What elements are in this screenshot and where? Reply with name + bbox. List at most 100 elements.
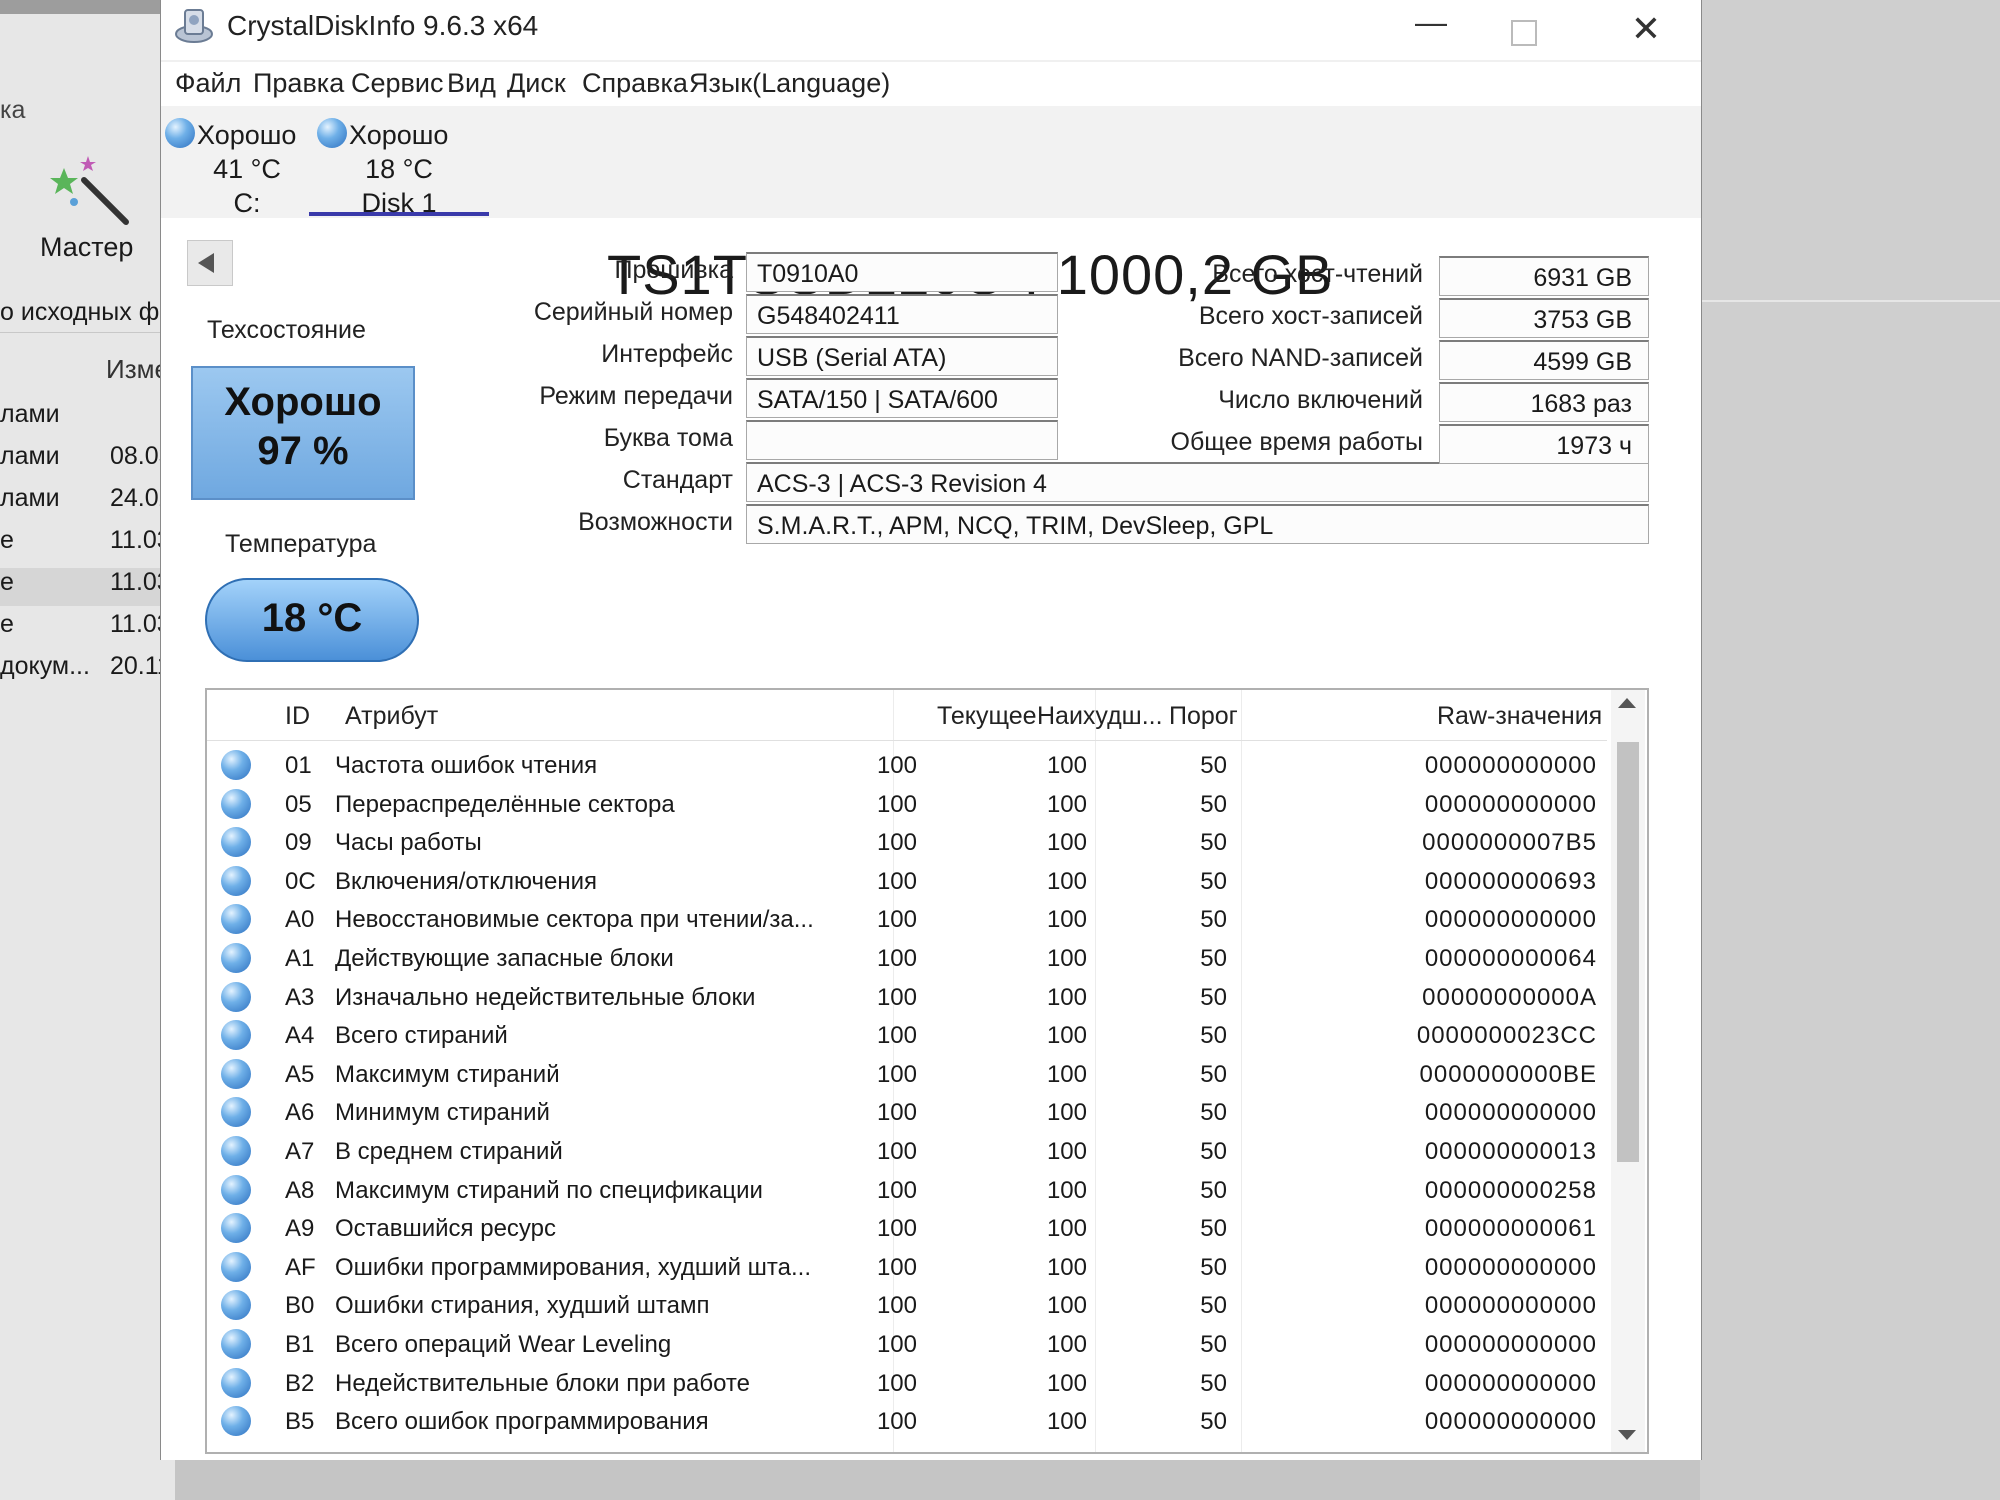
- menu-file[interactable]: Файл: [175, 68, 241, 99]
- smart-current: 100: [876, 945, 917, 972]
- wizard-label[interactable]: Мастер: [40, 232, 133, 263]
- smart-id: A9: [285, 1215, 315, 1243]
- close-button[interactable]: ✕: [1626, 8, 1666, 50]
- disk-tab-status: Хорошо: [197, 120, 297, 150]
- smart-row[interactable]: 01 Частота ошибок чтения 100 100 50 000000000…: [207, 746, 1607, 784]
- smart-current: 100: [876, 1176, 917, 1204]
- smart-row[interactable]: B2 Недействительные блоки при работе 100 10…: [207, 1364, 1607, 1402]
- smart-threshold: 50: [1200, 1292, 1227, 1320]
- background-file-row[interactable]: докум... 20.11: [0, 652, 175, 690]
- smart-row[interactable]: A3 Изначально недействительные блоки 100 10…: [207, 978, 1607, 1016]
- smart-threshold: 50: [1200, 1369, 1227, 1397]
- scroll-thumb[interactable]: [1617, 742, 1639, 1162]
- menu-help[interactable]: Справка: [582, 68, 688, 99]
- column-header-worst[interactable]: Наихудш...: [1037, 702, 1163, 731]
- scroll-down-icon[interactable]: [1618, 1430, 1636, 1440]
- menu-disk[interactable]: Диск: [507, 68, 566, 99]
- interface-field: USB (Serial ATA): [746, 336, 1058, 376]
- menu-view[interactable]: Вид: [447, 68, 496, 99]
- right-backdrop: [1700, 0, 2000, 1500]
- smart-worst: 100: [1046, 1215, 1087, 1243]
- column-header-current[interactable]: Текущее: [937, 702, 1037, 731]
- column-header-attribute[interactable]: Атрибут: [345, 702, 438, 731]
- scroll-up-icon[interactable]: [1618, 698, 1636, 708]
- disk-tab-status: Хорошо: [349, 120, 449, 150]
- disk-tab-disk1[interactable]: Хорошо 18 °C Disk 1: [309, 112, 489, 218]
- smart-raw: 000000000000: [1424, 1253, 1597, 1281]
- background-file-row[interactable]: е 11.03: [0, 526, 175, 564]
- temperature-box[interactable]: 18 °C: [205, 578, 419, 662]
- background-file-row[interactable]: лами 24.02: [0, 484, 175, 522]
- background-file-row[interactable]: е 11.03: [0, 610, 175, 648]
- smart-row[interactable]: B1 Всего операций Wear Leveling 100 100 50 00…: [207, 1325, 1607, 1363]
- smart-threshold: 50: [1200, 1176, 1227, 1204]
- menu-service[interactable]: Сервис: [351, 68, 443, 99]
- smart-id: A0: [285, 906, 315, 934]
- background-file-row[interactable]: е 11.03: [0, 568, 175, 606]
- smart-row[interactable]: 05 Перераспределённые сектора 100 100 50 0000…: [207, 785, 1607, 823]
- smart-worst: 100: [1046, 790, 1087, 818]
- source-files-header: о исходных фа: [0, 298, 175, 333]
- smart-row[interactable]: 09 Часы работы 100 100 50 0000000007B5: [207, 823, 1607, 861]
- minimize-button[interactable]: —: [1411, 4, 1451, 41]
- smart-threshold: 50: [1200, 1253, 1227, 1281]
- wizard-wand-icon[interactable]: [44, 150, 134, 230]
- interface-label: Интерфейс: [601, 340, 733, 368]
- smart-raw: 000000000013: [1424, 1138, 1597, 1165]
- smart-attributes-table[interactable]: ID Атрибут Текущее Наихудш... Порог Raw-…: [205, 688, 1649, 1454]
- smart-row[interactable]: A4 Всего стираний 100 100 50 0000000023CC: [207, 1016, 1607, 1054]
- health-status-text: Хорошо: [224, 380, 382, 424]
- column-header-id[interactable]: ID: [285, 702, 310, 731]
- smart-scrollbar[interactable]: [1611, 690, 1645, 1452]
- smart-row[interactable]: A9 Оставшийся ресурс 100 100 50 000000000061: [207, 1209, 1607, 1247]
- smart-raw: 000000000061: [1424, 1215, 1597, 1243]
- menu-edit[interactable]: Правка: [253, 68, 344, 99]
- title-bar[interactable]: CrystalDiskInfo 9.6.3 x64 — ✕: [161, 0, 1701, 60]
- column-header-threshold[interactable]: Порог: [1169, 702, 1238, 731]
- smart-worst: 100: [1046, 1253, 1087, 1281]
- background-explorer-window: ка Мастер о исходных фа Изме лами лами 08.…: [0, 0, 176, 1500]
- health-good-icon: [221, 865, 251, 896]
- smart-worst: 100: [1046, 1369, 1087, 1397]
- firmware-field: T0910A0: [746, 252, 1058, 292]
- smart-row[interactable]: A8 Максимум стираний по спецификации 100 10…: [207, 1171, 1607, 1209]
- menu-language[interactable]: Язык(Language): [689, 68, 890, 99]
- host-reads-label: Всего хост-чтений: [1212, 260, 1423, 288]
- smart-threshold: 50: [1200, 829, 1227, 857]
- smart-id: A1: [285, 945, 315, 972]
- smart-id: 09: [285, 829, 312, 857]
- smart-row[interactable]: A1 Действующие запасные блоки 100 100 50 0000…: [207, 939, 1607, 977]
- smart-current: 100: [876, 1215, 917, 1243]
- smart-threshold: 50: [1200, 945, 1227, 972]
- smart-threshold: 50: [1200, 867, 1227, 895]
- smart-row[interactable]: 0C Включения/отключения 100 100 50 0000000006…: [207, 862, 1607, 900]
- smart-row[interactable]: A6 Минимум стираний 100 100 50 000000000000: [207, 1093, 1607, 1131]
- smart-current: 100: [876, 983, 917, 1011]
- smart-row[interactable]: A0 Невосстановимые сектора при чтении/за.…: [207, 900, 1607, 938]
- smart-row[interactable]: B0 Ошибки стирания, худший штамп 100 100 50 0…: [207, 1286, 1607, 1324]
- smart-row[interactable]: A5 Максимум стираний 100 100 50 0000000000BE: [207, 1055, 1607, 1093]
- background-file-row[interactable]: лами: [0, 400, 175, 438]
- maximize-button[interactable]: [1504, 12, 1544, 54]
- smart-current: 100: [876, 1408, 917, 1436]
- smart-id: B5: [285, 1408, 315, 1436]
- background-file-row[interactable]: лами 08.03: [0, 442, 175, 480]
- smart-worst: 100: [1046, 1408, 1087, 1436]
- background-file-name: докум...: [0, 652, 90, 680]
- app-icon: [175, 9, 213, 43]
- health-status-box[interactable]: Хорошо 97 %: [191, 366, 415, 500]
- host-reads-field: 6931 GB: [1439, 256, 1649, 296]
- smart-raw: 0000000007B5: [1422, 829, 1597, 857]
- smart-threshold: 50: [1200, 1060, 1227, 1088]
- smart-row[interactable]: A7 В среднем стираний 100 100 50 000000000013: [207, 1132, 1607, 1170]
- previous-disk-button[interactable]: [187, 240, 233, 286]
- smart-raw: 00000000000A: [1422, 983, 1597, 1011]
- health-good-icon: [221, 1097, 251, 1128]
- drive-letter-field: [746, 420, 1058, 460]
- smart-row[interactable]: AF Ошибки программирования, худший шта...…: [207, 1248, 1607, 1286]
- column-header-raw[interactable]: Raw-значения: [1437, 702, 1602, 731]
- smart-row[interactable]: B5 Всего ошибок программирования 100 100 50 0…: [207, 1402, 1607, 1440]
- smart-id: B1: [285, 1331, 315, 1358]
- health-good-icon: [221, 1329, 251, 1359]
- smart-threshold: 50: [1200, 906, 1227, 934]
